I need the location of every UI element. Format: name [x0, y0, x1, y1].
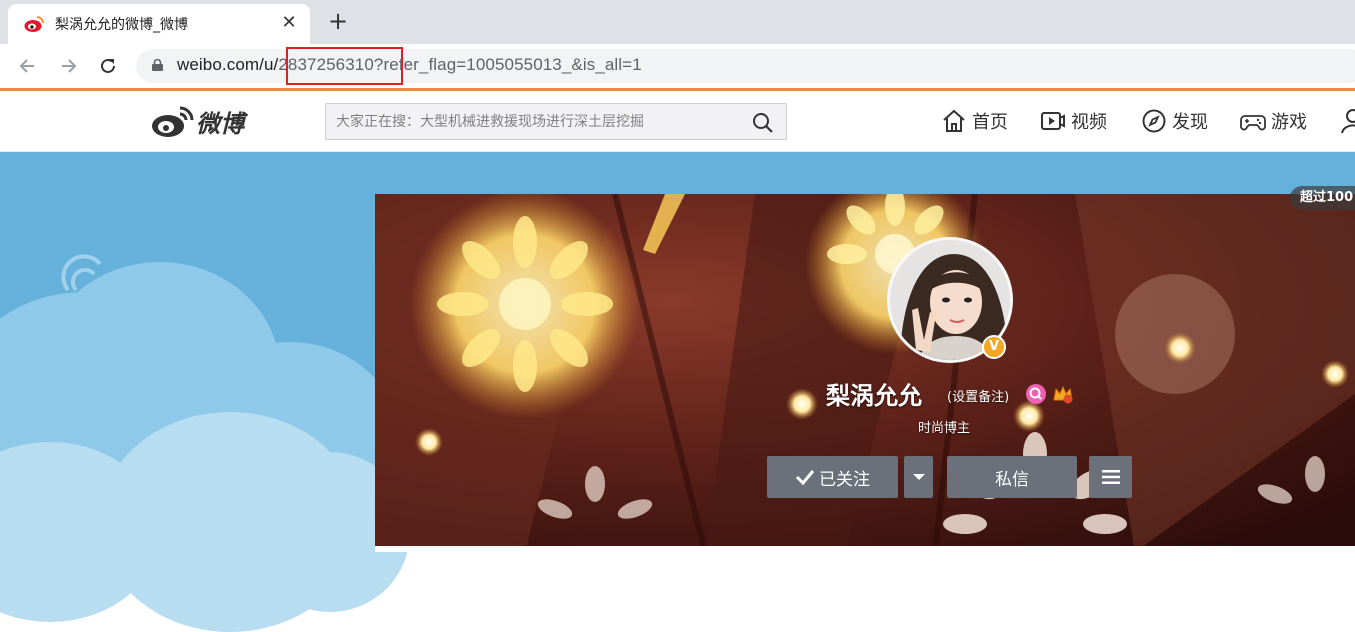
reload-icon — [101, 58, 115, 73]
member-icon[interactable] — [1026, 384, 1046, 404]
url-text: weibo.com/u/2837256310?refer_flag=100505… — [177, 55, 642, 75]
video-icon — [1041, 112, 1065, 130]
browser-toolbar: weibo.com/u/2837256310?refer_flag=100505… — [0, 44, 1355, 88]
checkmark-icon — [795, 470, 815, 486]
tab-title: 梨涡允允的微博_微博 — [55, 17, 188, 33]
private-message-label: 私信 — [995, 469, 1029, 489]
weibo-header: 微博 首页 视频 发现 游戏 — [0, 91, 1355, 206]
forward-arrow-icon — [62, 59, 77, 73]
nav-video[interactable]: 视频 — [1040, 107, 1107, 135]
hamburger-icon — [1101, 470, 1120, 484]
top-badge[interactable]: 超过100 — [1290, 186, 1355, 210]
cover-photo — [375, 194, 1355, 552]
set-remark-link[interactable]: (设置备注) — [947, 386, 1009, 405]
home-icon — [943, 109, 965, 132]
browser-tab[interactable]: 梨涡允允的微博_微博 ✕ — [8, 4, 310, 44]
pink-search-icon — [1029, 387, 1042, 400]
url-id-highlight — [286, 47, 403, 85]
browser-tab-strip: 梨涡允允的微博_微博 ✕ + — [0, 0, 1355, 44]
weibo-favicon-icon — [24, 16, 44, 32]
compass-icon — [1142, 109, 1166, 133]
forward-button[interactable] — [54, 52, 82, 80]
lock-icon — [152, 59, 163, 71]
search-input[interactable] — [336, 111, 736, 133]
weibo-watermark-icon — [61, 254, 102, 292]
back-button[interactable] — [14, 52, 42, 80]
gamepad-icon — [1240, 115, 1266, 131]
nav-label-discover: 发现 — [1172, 112, 1208, 133]
cover-bottom-strip — [375, 546, 1355, 552]
nav-games[interactable]: 游戏 — [1240, 107, 1307, 135]
profile-name: 梨涡允允 — [826, 382, 922, 410]
weibo-logo-text[interactable]: 微博 — [196, 104, 244, 139]
verified-badge-icon: V — [982, 335, 1006, 359]
close-tab-icon[interactable]: ✕ — [278, 12, 300, 34]
nav-label-home: 首页 — [972, 112, 1008, 133]
crown-level-icon[interactable] — [1052, 384, 1074, 404]
followed-button[interactable]: 已关注 — [767, 456, 898, 498]
reload-button[interactable] — [94, 52, 122, 80]
follow-dropdown-button[interactable] — [904, 456, 933, 498]
more-menu-button[interactable] — [1089, 456, 1132, 498]
followed-label: 已关注 — [819, 469, 870, 489]
profile-description: 时尚博主 — [918, 421, 971, 436]
url-query: ?refer_flag=1005055013_&is_all=1 — [373, 55, 642, 74]
weibo-logo-icon[interactable] — [150, 102, 200, 140]
private-message-button[interactable]: 私信 — [947, 456, 1077, 498]
nav-label-video: 视频 — [1071, 112, 1107, 133]
search-box — [325, 103, 787, 140]
nav-home[interactable]: 首页 — [941, 107, 1008, 135]
nav-label-games: 游戏 — [1271, 112, 1307, 133]
search-icon[interactable] — [752, 112, 774, 134]
user-profile-icon[interactable] — [1339, 107, 1355, 135]
nav-discover[interactable]: 发现 — [1141, 107, 1208, 135]
url-host: weibo.com/u/ — [177, 55, 279, 74]
caret-down-icon — [912, 474, 925, 480]
new-tab-button[interactable]: + — [324, 8, 352, 36]
profile-cover-image — [375, 194, 1355, 552]
back-arrow-icon — [19, 59, 34, 73]
